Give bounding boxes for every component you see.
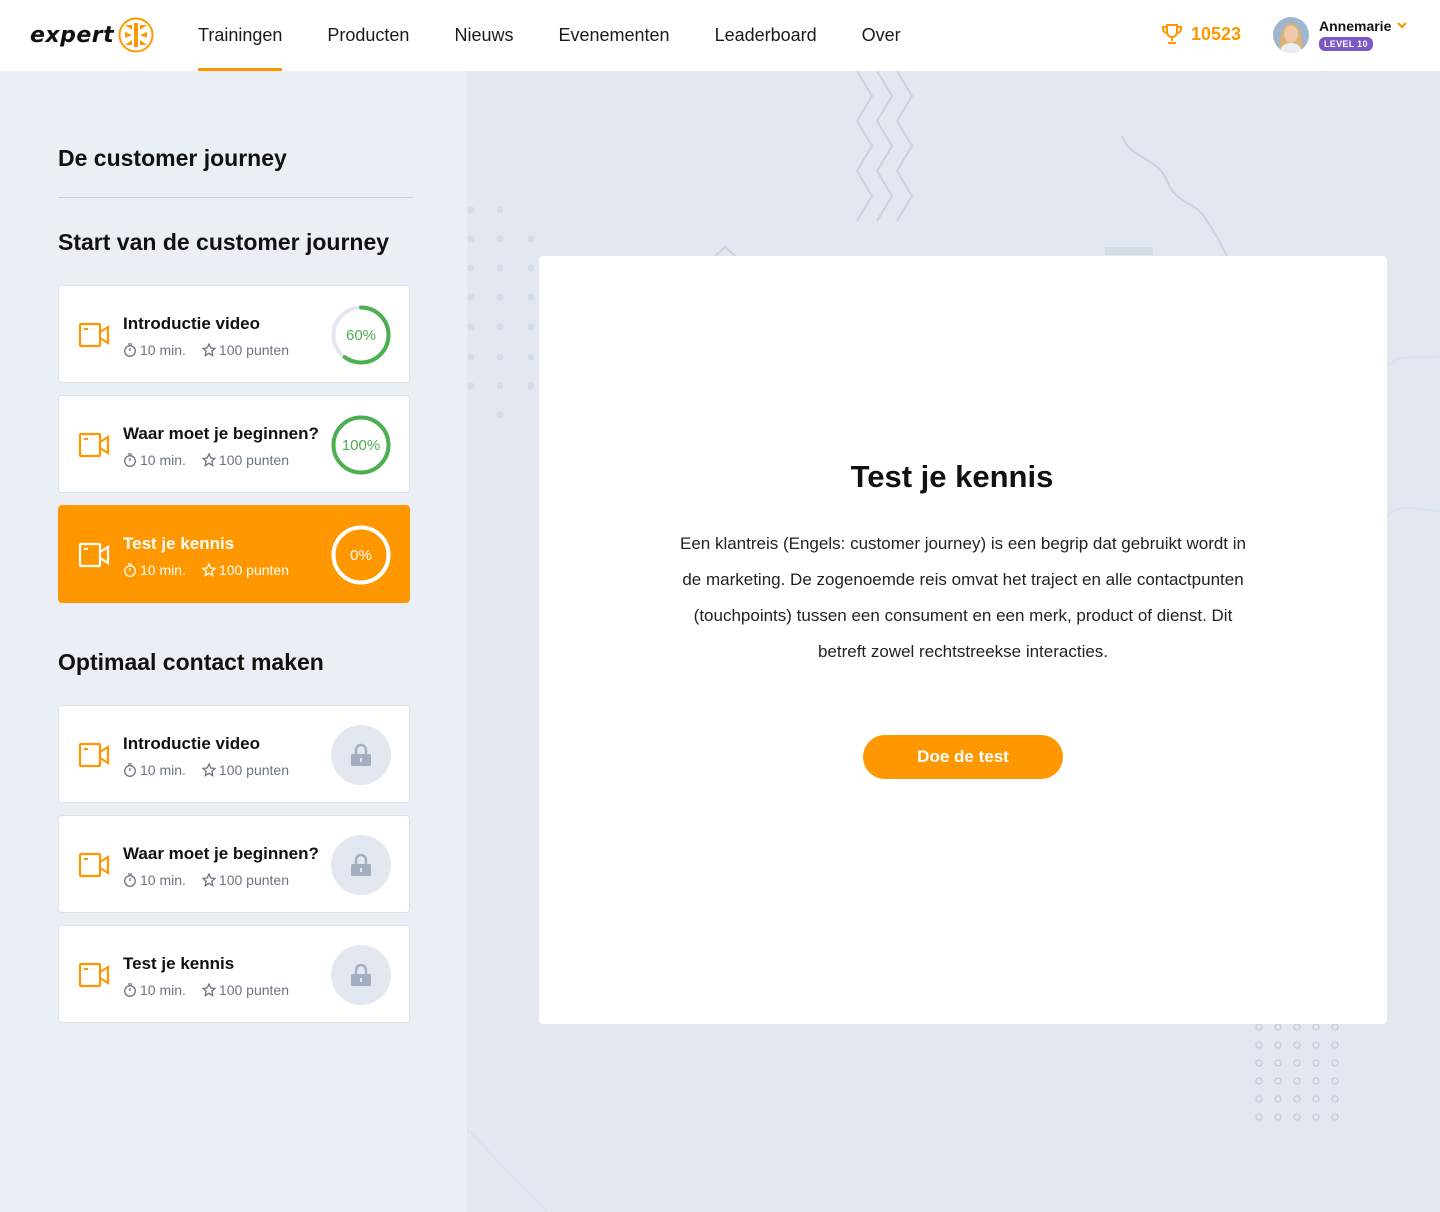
lock-icon bbox=[351, 963, 371, 986]
video-camera-icon bbox=[78, 322, 110, 348]
lesson-meta: 10 min. 100 punten bbox=[123, 342, 289, 358]
lesson-meta: 10 min. 100 punten bbox=[123, 762, 289, 778]
lesson-meta: 10 min. 100 punten bbox=[123, 562, 289, 578]
star-icon bbox=[201, 343, 216, 357]
main-nav: Trainingen Producten Nieuws Evenementen … bbox=[198, 0, 946, 71]
star-icon bbox=[201, 563, 216, 577]
lock-icon bbox=[351, 853, 371, 876]
lesson-description: Een klantreis (Engels: customer journey)… bbox=[679, 534, 1246, 661]
lesson-duration: 10 min. bbox=[140, 342, 186, 358]
lesson-points: 100 punten bbox=[218, 342, 289, 358]
video-camera-icon bbox=[78, 542, 110, 568]
lesson-points: 100 punten bbox=[218, 562, 289, 578]
star-icon bbox=[201, 763, 216, 777]
lesson-title: Waar moet je beginnen? bbox=[123, 424, 319, 443]
timer-icon bbox=[124, 563, 136, 577]
lesson-card-locked[interactable]: Waar moet je beginnen? 10 min. 100 punte… bbox=[58, 815, 410, 913]
lesson-points: 100 punten bbox=[218, 762, 289, 778]
lock-badge bbox=[331, 945, 391, 1005]
timer-icon bbox=[124, 763, 136, 777]
expert-logo[interactable]: expert bbox=[30, 17, 154, 53]
lesson-meta: 10 min. 100 punten bbox=[123, 452, 289, 468]
lesson-points: 100 punten bbox=[218, 452, 289, 468]
lesson-duration: 10 min. bbox=[140, 452, 186, 468]
top-header: expert Trainingen Producten Nieuws Evene… bbox=[0, 0, 1440, 71]
course-title: De customer journey bbox=[58, 145, 287, 171]
timer-icon bbox=[124, 343, 136, 357]
lesson-title: Introductie video bbox=[123, 314, 260, 333]
star-icon bbox=[201, 983, 216, 997]
progress-ring: 60% bbox=[331, 305, 391, 365]
timer-icon bbox=[124, 453, 136, 467]
video-camera-icon bbox=[78, 962, 110, 988]
lesson-duration: 10 min. bbox=[140, 762, 186, 778]
trophy-icon bbox=[1162, 24, 1182, 44]
lock-badge bbox=[331, 835, 391, 895]
progress-label: 60% bbox=[345, 326, 377, 344]
logo-text: expert bbox=[30, 22, 115, 48]
lesson-duration: 10 min. bbox=[140, 562, 186, 578]
section-title: Optimaal contact maken bbox=[58, 649, 324, 675]
user-menu[interactable]: Annemarie LEVEL 10 bbox=[1273, 17, 1407, 53]
lesson-detail-panel: Test je kennis Een klantreis (Engels: cu… bbox=[539, 256, 1387, 1024]
lesson-title: Introductie video bbox=[123, 734, 260, 753]
points-value: 10523 bbox=[1191, 23, 1242, 44]
content-area: Test je kennis Een klantreis (Engels: cu… bbox=[467, 71, 1440, 1212]
nav-item-producten[interactable]: Producten bbox=[327, 0, 409, 71]
lesson-title: Test je kennis bbox=[123, 534, 235, 553]
progress-label: 0% bbox=[350, 546, 372, 564]
progress-label: 100% bbox=[341, 436, 381, 454]
star-icon bbox=[201, 873, 216, 887]
nav-item-nieuws[interactable]: Nieuws bbox=[454, 0, 513, 71]
video-camera-icon bbox=[78, 742, 110, 768]
user-name: Annemarie bbox=[1319, 18, 1392, 34]
avatar[interactable] bbox=[1273, 17, 1309, 53]
lesson-points: 100 punten bbox=[218, 872, 289, 888]
nav-item-evenementen[interactable]: Evenementen bbox=[558, 0, 669, 71]
chevron-down-icon[interactable] bbox=[1396, 20, 1408, 30]
lesson-title: Test je kennis bbox=[123, 954, 235, 973]
lesson-detail-title: Test je kennis bbox=[850, 459, 1054, 494]
nav-item-over[interactable]: Over bbox=[862, 0, 901, 71]
points-display[interactable]: 10523 bbox=[1161, 23, 1241, 45]
timer-icon bbox=[124, 983, 136, 997]
progress-ring: 100% bbox=[331, 415, 391, 475]
lesson-meta: 10 min. 100 punten bbox=[123, 982, 289, 998]
timer-icon bbox=[124, 873, 136, 887]
lesson-title: Waar moet je beginnen? bbox=[123, 844, 319, 863]
nav-item-leaderboard[interactable]: Leaderboard bbox=[715, 0, 817, 71]
logo-mark-icon bbox=[118, 17, 154, 53]
lesson-card[interactable]: Waar moet je beginnen? 10 min. 100 punte… bbox=[58, 395, 410, 493]
lesson-duration: 10 min. bbox=[140, 982, 186, 998]
start-test-button[interactable]: Doe de test bbox=[863, 735, 1063, 779]
lock-badge bbox=[331, 725, 391, 785]
lesson-card[interactable]: Introductie video 10 min. 100 punten 60% bbox=[58, 285, 410, 383]
lesson-card-locked[interactable]: Test je kennis 10 min. 100 punten bbox=[58, 925, 410, 1023]
lesson-duration: 10 min. bbox=[140, 872, 186, 888]
lesson-points: 100 punten bbox=[218, 982, 289, 998]
divider bbox=[58, 197, 413, 198]
lesson-meta: 10 min. 100 punten bbox=[123, 872, 289, 888]
progress-ring: 0% bbox=[331, 525, 391, 585]
nav-item-trainingen[interactable]: Trainingen bbox=[198, 0, 283, 71]
lock-icon bbox=[351, 743, 371, 766]
level-badge: LEVEL 10 bbox=[1319, 37, 1373, 51]
video-camera-icon bbox=[78, 852, 110, 878]
lesson-sidebar: De customer journey Start van de custome… bbox=[0, 71, 467, 1212]
section-title: Start van de customer journey bbox=[58, 229, 390, 255]
lesson-card-locked[interactable]: Introductie video 10 min. 100 punten bbox=[58, 705, 410, 803]
lesson-card-active[interactable]: Test je kennis 10 min. 100 punten 0% bbox=[58, 505, 410, 603]
video-camera-icon bbox=[78, 432, 110, 458]
star-icon bbox=[201, 453, 216, 467]
